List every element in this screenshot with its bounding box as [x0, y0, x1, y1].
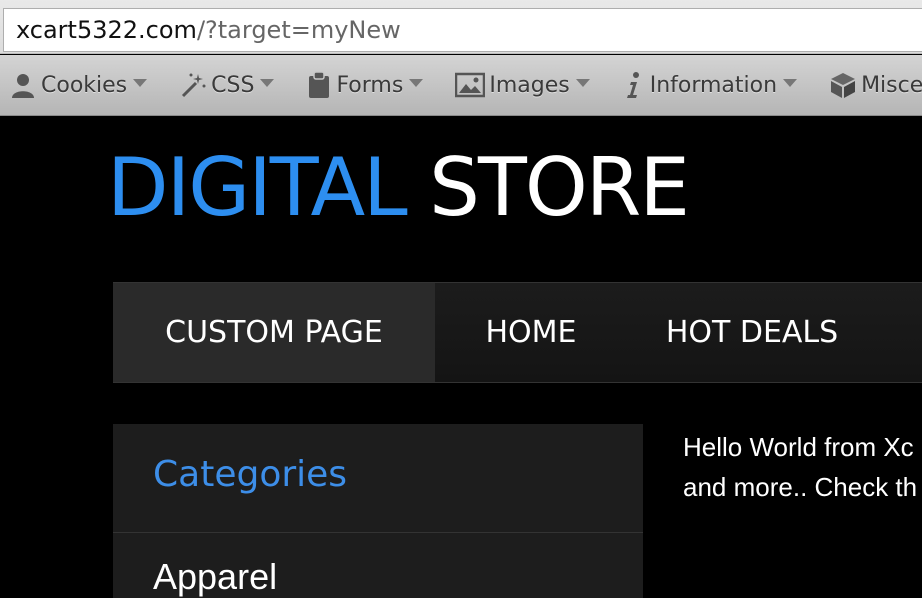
content-line-1: Hello World from Xc	[683, 432, 914, 462]
clipboard-icon	[309, 71, 330, 98]
image-icon	[455, 72, 486, 98]
toolbar-images-label: Images	[489, 72, 570, 98]
categories-sidebar: Categories Apparel	[113, 424, 643, 598]
chevron-down-icon	[133, 79, 148, 87]
main-content-text: Hello World from Xc and more.. Check th	[683, 427, 922, 507]
url-input[interactable]: xcart5322.com/?target=myNew	[3, 8, 922, 52]
toolbar-images-menu[interactable]: Images	[455, 65, 590, 105]
toolbar-css-label: CSS	[211, 72, 255, 98]
toolbar-information-menu[interactable]: Information	[622, 65, 798, 105]
developer-toolbar: Cookies CSS Forms Images Information Mis…	[0, 55, 922, 116]
toolbar-miscellaneous-label: Miscell	[861, 72, 922, 98]
magic-wand-icon	[182, 73, 206, 98]
address-bar: xcart5322.com/?target=myNew	[0, 0, 922, 54]
nav-item-custom-page[interactable]: CUSTOM PAGE	[113, 283, 435, 382]
nav-item-home[interactable]: HOME	[435, 283, 627, 382]
url-host: xcart5322.com	[16, 16, 197, 44]
content-line-2: and more.. Check th	[683, 472, 918, 502]
chevron-down-icon	[260, 79, 275, 87]
sidebar-divider	[113, 532, 643, 533]
chevron-down-icon	[409, 79, 424, 87]
chevron-down-icon	[783, 79, 798, 87]
main-navigation: CUSTOM PAGE HOME HOT DEALS	[113, 282, 922, 383]
package-icon	[831, 73, 856, 98]
chevron-down-icon	[575, 79, 590, 87]
url-path: /?target=myNew	[196, 16, 401, 44]
store-logo[interactable]: DIGITAL STORE	[107, 141, 690, 234]
toolbar-cookies-menu[interactable]: Cookies	[9, 65, 148, 105]
toolbar-forms-menu[interactable]: Forms	[306, 65, 424, 105]
toolbar-css-menu[interactable]: CSS	[179, 65, 275, 105]
store-page: DIGITAL STORE CUSTOM PAGE HOME HOT DEALS…	[0, 117, 922, 598]
user-icon	[12, 74, 34, 98]
categories-heading: Categories	[153, 454, 348, 495]
category-item-apparel[interactable]: Apparel	[153, 556, 277, 598]
toolbar-cookies-label: Cookies	[41, 72, 128, 98]
info-icon	[626, 72, 639, 98]
toolbar-miscellaneous-menu[interactable]: Miscell	[829, 65, 922, 105]
toolbar-information-label: Information	[649, 72, 778, 98]
logo-rest-text: STORE	[405, 141, 690, 234]
toolbar-forms-label: Forms	[336, 72, 404, 98]
nav-item-hot-deals[interactable]: HOT DEALS	[627, 283, 877, 382]
logo-accent-text: DIGITAL	[107, 141, 408, 234]
